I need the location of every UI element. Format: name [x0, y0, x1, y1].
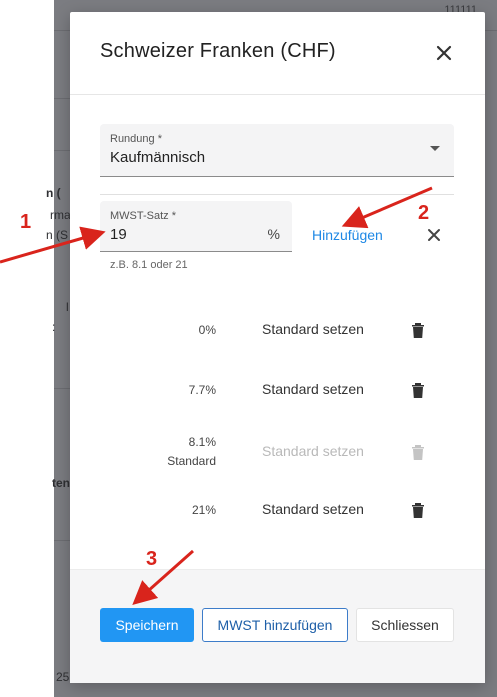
annotation-number: 3	[146, 548, 158, 570]
annotation-arrows	[0, 186, 433, 605]
annotation-number: 1	[20, 211, 32, 233]
annotation-number: 2	[418, 202, 430, 224]
annotation-arrow-1	[0, 226, 106, 264]
